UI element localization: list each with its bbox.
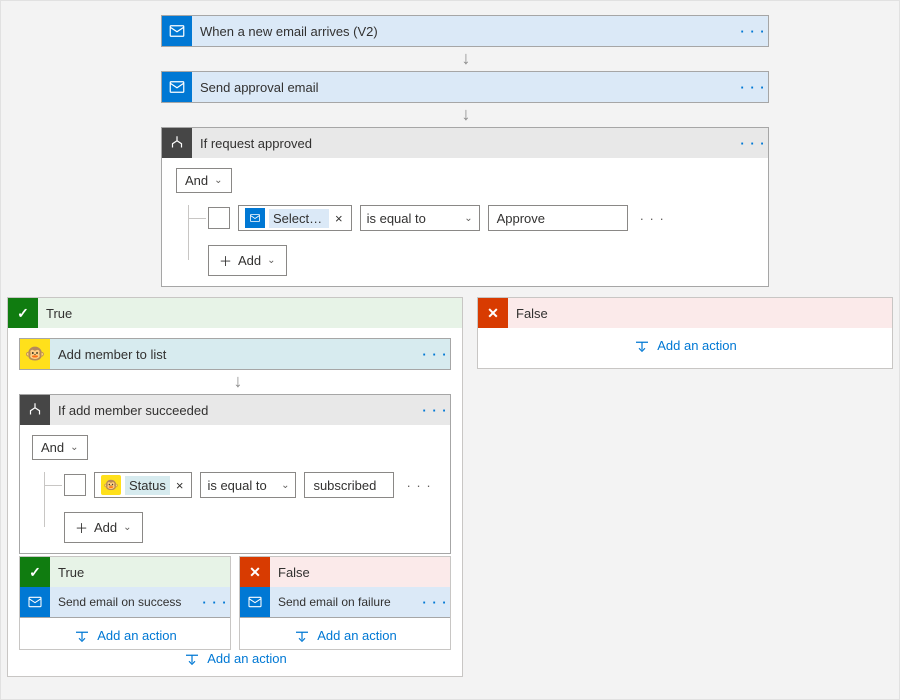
branch-header-false: ✕ False: [478, 298, 892, 328]
x-icon: ✕: [478, 298, 508, 328]
outlook-icon: [240, 587, 270, 617]
group-operator-dropdown[interactable]: And ⌄: [176, 168, 232, 193]
value-input[interactable]: subscribed: [304, 472, 394, 498]
add-action-button[interactable]: Add an action: [478, 328, 892, 363]
step-more-button[interactable]: · · ·: [738, 24, 768, 39]
condition-row: 🐵 Status × is equal to ⌄ subscribed · · …: [32, 472, 438, 498]
plus-icon: ＋: [219, 251, 232, 270]
branch-false: ✕ False Add an action: [477, 297, 893, 369]
branch-title: False: [508, 306, 548, 321]
row-checkbox[interactable]: [208, 207, 230, 229]
operator-dropdown[interactable]: is equal to ⌄: [200, 472, 296, 498]
token-label: Status: [125, 476, 170, 495]
step-title: Send email on failure: [270, 595, 420, 609]
add-action-button[interactable]: Add an action: [8, 641, 462, 676]
branch-false-nested: ✕ False Send email on failure · · · Add …: [239, 556, 451, 650]
step-title: When a new email arrives (V2): [192, 24, 738, 39]
add-action-label: Add an action: [657, 338, 737, 353]
operand-token[interactable]: 🐵 Status ×: [94, 472, 192, 498]
group-operator-label: And: [41, 440, 64, 455]
mailchimp-icon: 🐵: [20, 339, 50, 369]
operand-token[interactable]: Selecte... ×: [238, 205, 352, 231]
chevron-down-icon: ⌄: [123, 522, 131, 533]
branch-header-false: ✕ False: [240, 557, 450, 587]
condition-icon: [20, 395, 50, 425]
plus-icon: ＋: [75, 518, 88, 537]
token-label: Selecte...: [269, 209, 329, 228]
add-label: Add: [94, 520, 117, 535]
condition-icon: [162, 128, 192, 158]
step-more-button[interactable]: · · ·: [738, 80, 768, 95]
branch-header-true: ✓ True: [8, 298, 462, 328]
value-text: subscribed: [313, 478, 376, 493]
step-more-button[interactable]: · · ·: [738, 136, 768, 151]
value-text: Approve: [497, 211, 545, 226]
operator-label: is equal to: [207, 478, 266, 493]
outlook-icon: [20, 587, 50, 617]
chevron-down-icon: ⌄: [70, 442, 78, 453]
step-title: If add member succeeded: [50, 403, 420, 418]
branch-true: ✓ True 🐵 Add member to list · · · If add…: [7, 297, 463, 677]
step-title: Add member to list: [50, 347, 420, 362]
condition-body: And ⌄ Selecte... × is equal to ⌄: [162, 158, 768, 286]
flow-canvas: When a new email arrives (V2) · · · Send…: [0, 0, 900, 700]
condition-body: And ⌄ 🐵 Status × is equal to ⌄: [20, 425, 450, 553]
group-operator-label: And: [185, 173, 208, 188]
branch-header-true: ✓ True: [20, 557, 230, 587]
branch-true-nested: ✓ True Send email on success · · · Add a…: [19, 556, 231, 650]
arrow-icon: [456, 104, 476, 125]
group-operator-dropdown[interactable]: And ⌄: [32, 435, 88, 460]
chevron-down-icon: ⌄: [464, 213, 472, 224]
row-more-button[interactable]: · · ·: [636, 211, 669, 226]
chevron-down-icon: ⌄: [214, 175, 222, 186]
outlook-icon: [162, 72, 192, 102]
step-more-button[interactable]: · · ·: [200, 595, 230, 610]
step-send-email-failure[interactable]: Send email on failure · · ·: [240, 587, 450, 618]
condition-row: Selecte... × is equal to ⌄ Approve · · ·: [176, 205, 754, 231]
step-more-button[interactable]: · · ·: [420, 347, 450, 362]
chevron-down-icon: ⌄: [281, 480, 289, 491]
add-action-label: Add an action: [207, 651, 287, 666]
step-send-approval-email[interactable]: Send approval email · · ·: [161, 71, 769, 103]
outlook-icon: [162, 16, 192, 46]
chevron-down-icon: ⌄: [267, 255, 275, 266]
branch-title: True: [50, 565, 84, 580]
row-more-button[interactable]: · · ·: [402, 478, 435, 493]
row-checkbox[interactable]: [64, 474, 86, 496]
operator-label: is equal to: [367, 211, 426, 226]
step-title: Send approval email: [192, 80, 738, 95]
outlook-icon: [245, 208, 265, 228]
step-title: Send email on success: [50, 595, 200, 609]
step-send-email-success[interactable]: Send email on success · · ·: [20, 587, 230, 618]
step-add-member-to-list[interactable]: 🐵 Add member to list · · ·: [19, 338, 451, 370]
value-input[interactable]: Approve: [488, 205, 628, 231]
add-row-button[interactable]: ＋ Add ⌄: [208, 245, 287, 276]
check-icon: ✓: [8, 298, 38, 328]
step-title: If request approved: [192, 136, 738, 151]
step-more-button[interactable]: · · ·: [420, 595, 450, 610]
token-remove-icon[interactable]: ×: [174, 478, 186, 493]
token-remove-icon[interactable]: ×: [333, 211, 345, 226]
add-row-button[interactable]: ＋ Add ⌄: [64, 512, 143, 543]
step-if-request-approved[interactable]: If request approved · · · And ⌄ Selecte.…: [161, 127, 769, 287]
step-if-add-member-succeeded[interactable]: If add member succeeded · · · And ⌄ 🐵 St…: [19, 394, 451, 554]
add-label: Add: [238, 253, 261, 268]
step-when-email-arrives[interactable]: When a new email arrives (V2) · · ·: [161, 15, 769, 47]
branch-title: True: [38, 306, 72, 321]
step-more-button[interactable]: · · ·: [420, 403, 450, 418]
arrow-icon: [228, 371, 248, 392]
check-icon: ✓: [20, 557, 50, 587]
branch-title: False: [270, 565, 310, 580]
operator-dropdown[interactable]: is equal to ⌄: [360, 205, 480, 231]
arrow-icon: [456, 48, 476, 69]
x-icon: ✕: [240, 557, 270, 587]
mailchimp-icon: 🐵: [101, 475, 121, 495]
